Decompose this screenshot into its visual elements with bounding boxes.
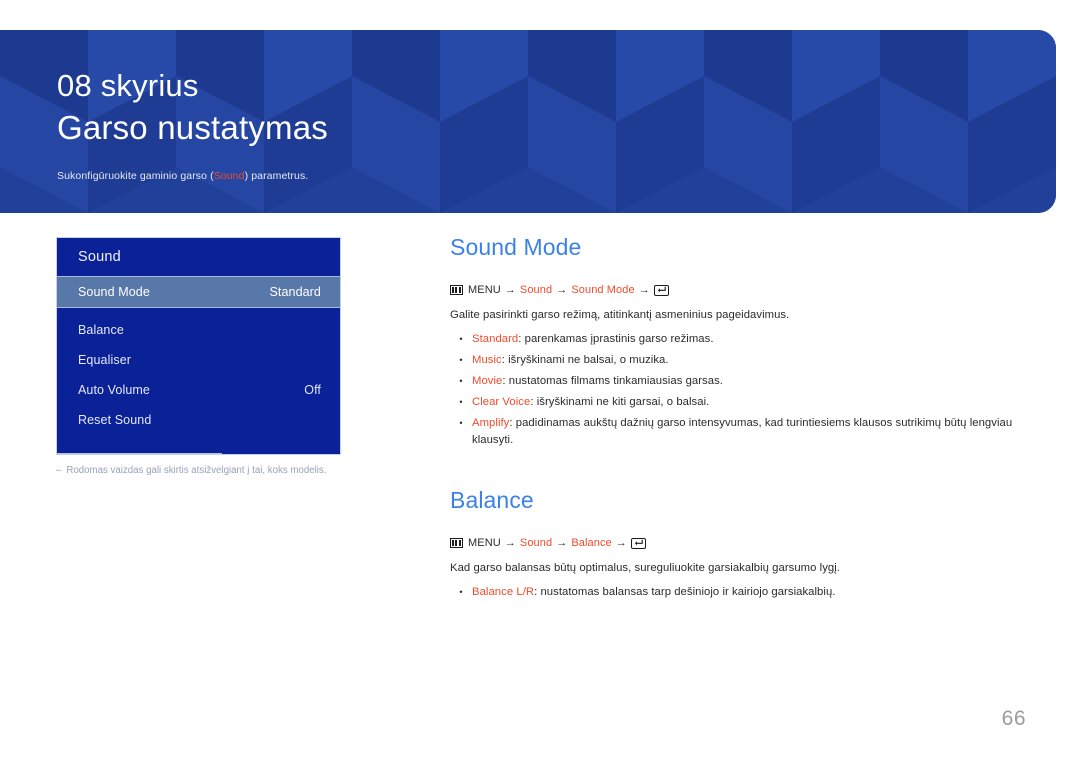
breadcrumb-arrow: → [638,284,650,296]
bullet-term: Movie [472,375,503,387]
bullet-text: Balance L/R: nustatomas balansas tarp de… [472,584,1028,601]
breadcrumb-crumb-sound-mode: Sound Mode [571,284,635,296]
breadcrumb-arrow: → [504,537,516,549]
bullet-description: : išryškinami ne kiti garsai, o balsai. [530,396,710,408]
bullet-description: : nustatomas filmams tinkamiausias garsa… [502,375,723,387]
chapter-number: 08 skyrius [57,68,199,103]
osd-row-equaliser[interactable]: Equaliser [57,345,340,375]
footnote-divider [56,453,222,454]
chapter-subtitle-after: ) parametrus. [244,170,309,182]
bullet-term: Music [472,354,502,366]
osd-menu-panel: Sound Sound Mode Standard Balance Equali… [56,237,341,455]
breadcrumb: MENU → Sound → Balance → [450,535,1028,551]
bullet-list: • Balance L/R: nustatomas balansas tarp … [450,584,1028,601]
osd-row-auto-volume[interactable]: Auto Volume Off [57,375,340,405]
list-item: • Music: išryškinami ne balsai, o muzika… [450,352,1028,369]
osd-menu-header: Sound [57,238,340,276]
bullet-description: : padidinamas aukštų dažnių garso intens… [472,417,1013,446]
section-paragraph: Galite pasirinkti garso režimą, atitinka… [450,309,790,321]
breadcrumb: MENU → Sound → Sound Mode → [450,282,1028,298]
bullet-term: Amplify [472,417,510,429]
breadcrumb-crumb-balance: Balance [571,537,612,549]
bullet-marker: • [459,587,463,597]
section-paragraph: Kad garso balansas būtų optimalus, sureg… [450,562,840,574]
breadcrumb-arrow: → [615,537,627,549]
breadcrumb-menu-label: MENU [468,284,501,296]
list-item: • Balance L/R: nustatomas balansas tarp … [450,584,1028,601]
bullet-term: Balance L/R [472,586,535,598]
bullet-text: Standard: parenkamas įprastinis garso re… [472,331,1028,348]
osd-row-label: Auto Volume [78,383,150,397]
bullet-list: • Standard: parenkamas įprastinis garso … [450,331,1028,449]
chapter-title: Garso nustatymas [57,109,328,146]
list-item: • Movie: nustatomas filmams tinkamiausia… [450,373,1028,390]
footnote: ‒ Rodomas vaizdas gali skirtis atsižvelg… [56,453,356,477]
osd-row-label: Sound Mode [78,285,150,299]
enter-key-icon [653,284,669,296]
bullet-term: Clear Voice [472,396,531,408]
footnote-body: Rodomas vaizdas gali skirtis atsižvelgia… [66,465,327,476]
bullet-marker: • [459,376,463,386]
breadcrumb-menu-label: MENU [468,537,501,549]
section-sound-mode: Sound Mode MENU → Sound → Sound Mode → G… [450,232,1028,449]
breadcrumb-crumb-sound: Sound [519,284,553,296]
chapter-subtitle-accent: Sound [213,170,245,182]
enter-key-icon [630,537,646,549]
bullet-text: Amplify: padidinamas aukštų dažnių garso… [472,415,1028,449]
osd-row-label: Balance [78,323,124,337]
footnote-dash: ‒ [56,465,62,476]
bullet-description: : išryškinami ne balsai, o muzika. [501,354,669,366]
osd-row-value: Off [304,383,321,397]
osd-row-value: Standard [269,285,321,299]
breadcrumb-arrow: → [556,284,568,296]
footnote-text: ‒ Rodomas vaizdas gali skirtis atsižvelg… [56,464,356,477]
osd-row-label: Equaliser [78,353,132,367]
breadcrumb-crumb-sound: Sound [519,537,553,549]
osd-row-reset-sound[interactable]: Reset Sound [57,405,340,435]
bullet-text: Music: išryškinami ne balsai, o muzika. [472,352,1028,369]
osd-row-spacer [57,308,340,315]
content-column: Sound Mode MENU → Sound → Sound Mode → G… [450,232,1028,601]
bullet-text: Movie: nustatomas filmams tinkamiausias … [472,373,1028,390]
section-title: Balance [450,487,534,513]
menu-icon [450,285,463,295]
list-item: • Amplify: padidinamas aukštų dažnių gar… [450,415,1028,449]
osd-menu-list: Sound Mode Standard Balance Equaliser Au… [57,276,340,454]
list-item: • Clear Voice: išryškinami ne kiti garsa… [450,394,1028,411]
chapter-banner: 08 skyrius Garso nustatymas Sukonfigūruo… [0,30,1056,213]
list-item: • Standard: parenkamas įprastinis garso … [450,331,1028,348]
chapter-subtitle: Sukonfigūruokite gaminio garso (Sound) p… [57,169,1056,183]
osd-row-label: Reset Sound [78,413,152,427]
bullet-marker: • [459,355,463,365]
bullet-marker: • [459,397,463,407]
page-number: 66 [1001,707,1026,730]
bullet-text: Clear Voice: išryškinami ne kiti garsai,… [472,394,1028,411]
section-title: Sound Mode [450,234,582,260]
chapter-subtitle-before: Sukonfigūruokite gaminio garso ( [57,170,214,182]
breadcrumb-arrow: → [556,537,568,549]
section-balance: Balance MENU → Sound → Balance → Kad gar… [450,485,1028,601]
osd-menu-header-label: Sound [78,249,121,265]
bullet-marker: • [459,334,463,344]
osd-row-balance[interactable]: Balance [57,315,340,345]
bullet-term: Standard [472,333,519,345]
bullet-marker: • [459,418,463,428]
menu-icon [450,538,463,548]
bullet-description: : parenkamas įprastinis garso režimas. [518,333,714,345]
breadcrumb-arrow: → [504,284,516,296]
bullet-description: : nustatomas balansas tarp dešiniojo ir … [534,586,836,598]
osd-row-sound-mode[interactable]: Sound Mode Standard [57,276,340,308]
